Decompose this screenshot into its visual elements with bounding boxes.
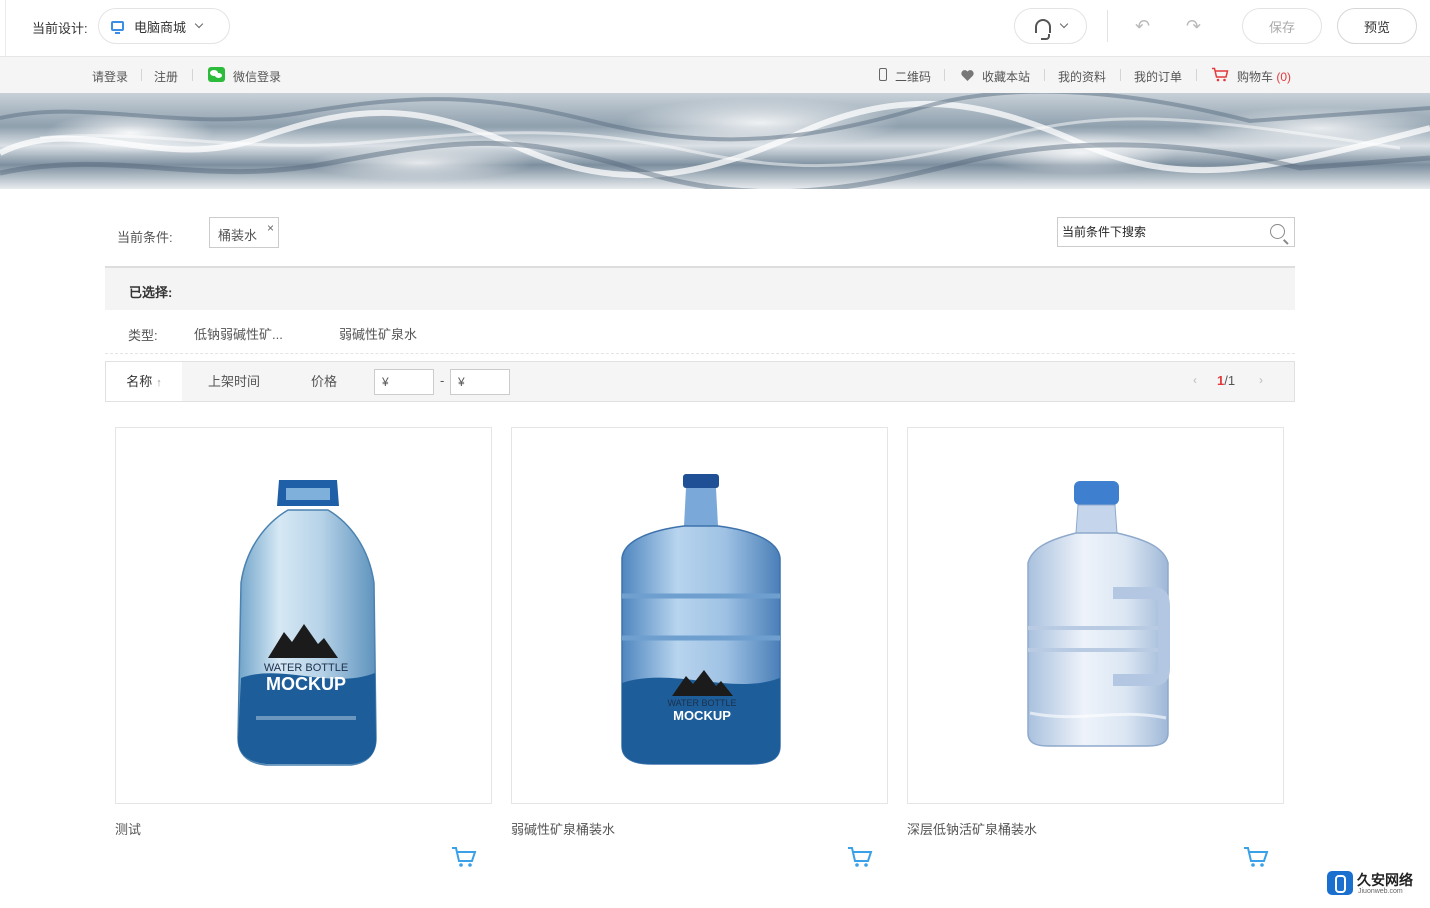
wechat-icon [208, 67, 225, 82]
water-bottle-image: WATER BOTTLE MOCKUP [237, 480, 377, 766]
water-bottle-image [1027, 481, 1170, 747]
add-to-cart-icon[interactable] [451, 846, 477, 868]
type-option[interactable]: 低钠弱碱性矿... [194, 324, 283, 343]
link-separator [944, 69, 945, 81]
product-card[interactable]: WATER BOTTLE MOCKUP 测试 [115, 427, 492, 867]
register-link[interactable]: 注册 [154, 68, 178, 85]
selected-filters-bar: 已选择: [105, 266, 1295, 310]
sort-bar: 名称 ↑ 上架时间 价格 ¥ - ¥ ‹ 1/1 › [105, 361, 1295, 402]
cart-icon [1212, 67, 1229, 82]
cart-link-label: 购物车 [1237, 70, 1274, 84]
customer-service-button[interactable] [1014, 8, 1087, 44]
type-option[interactable]: 弱碱性矿泉水 [339, 324, 417, 343]
add-to-cart-icon[interactable] [1243, 846, 1269, 868]
product-name[interactable]: 弱碱性矿泉桶装水 [511, 819, 615, 838]
chevron-down-icon [194, 19, 204, 29]
chevron-right-icon[interactable]: › [1259, 373, 1263, 387]
editor-toolbar: 当前设计: 电脑商城 ↶ ↷ 保存 预览 [0, 0, 1430, 57]
product-card[interactable]: WATER BOTTLE MOCKUP 弱碱性矿泉桶装水 [511, 427, 888, 867]
link-separator [141, 69, 142, 81]
product-image[interactable] [907, 427, 1284, 804]
condition-tag-text: 桶装水 [218, 228, 258, 243]
login-link[interactable]: 请登录 [92, 68, 128, 85]
bottle-label-line2: MOCKUP [266, 674, 346, 694]
type-label: 类型: [128, 328, 158, 343]
sort-price-label: 价格 [310, 374, 337, 389]
bottle-label-line2: MOCKUP [673, 708, 731, 723]
design-selector[interactable]: 电脑商城 [98, 8, 230, 44]
qrcode-link[interactable]: 二维码 [895, 68, 931, 85]
chevron-left-icon[interactable]: ‹ [1193, 373, 1197, 387]
toolbar-divider [1107, 10, 1108, 42]
selected-label: 已选择: [129, 285, 173, 300]
type-filter-row: 类型: 低钠弱碱性矿... 弱碱性矿泉水 [105, 310, 1295, 354]
bottle-label-line1: WATER BOTTLE [264, 662, 348, 674]
phone-icon [879, 68, 887, 81]
my-orders-link[interactable]: 我的订单 [1134, 68, 1182, 85]
current-condition-label: 当前条件: [117, 230, 173, 245]
page-indicator: 1/1 [1217, 373, 1235, 388]
sort-by-price[interactable]: 价格 [296, 362, 352, 401]
close-icon[interactable]: × [267, 221, 274, 235]
watermark-subtitle: Jiuonweb.com [1358, 888, 1403, 895]
site-watermark: 久安网络 Jiuonweb.com [1327, 869, 1427, 897]
link-separator [1120, 69, 1121, 81]
price-max-input[interactable]: ¥ [450, 369, 510, 395]
watermark-logo-icon [1327, 871, 1353, 895]
sort-name-label: 名称 [126, 374, 153, 389]
monitor-icon [111, 21, 124, 34]
add-to-cart-icon[interactable] [847, 846, 873, 868]
water-banner-image [0, 93, 1430, 189]
site-top-bar: 请登录 注册 微信登录 二维码 收藏本站 我的资料 我的订单 购物车 (0) [0, 57, 1430, 93]
search-icon[interactable] [1270, 224, 1285, 239]
price-range-dash: - [440, 373, 445, 388]
condition-tag[interactable]: 桶装水 × [209, 217, 279, 248]
product-image[interactable]: WATER BOTTLE MOCKUP [511, 427, 888, 804]
redo-icon[interactable]: ↷ [1186, 17, 1201, 35]
undo-icon[interactable]: ↶ [1135, 17, 1150, 35]
link-separator [1044, 69, 1045, 81]
heart-icon [961, 70, 974, 81]
water-splash-graphic [0, 93, 1430, 189]
my-profile-link[interactable]: 我的资料 [1058, 68, 1106, 85]
product-name[interactable]: 测试 [115, 819, 141, 838]
total-pages: /1 [1224, 373, 1236, 388]
headset-icon [1034, 19, 1051, 40]
toolbar-left-edge [0, 0, 6, 57]
cart-link[interactable]: 购物车 (0) [1237, 68, 1291, 85]
search-input[interactable] [1058, 218, 1258, 246]
link-separator [192, 69, 193, 81]
sort-by-listing-time[interactable]: 上架时间 [194, 362, 274, 401]
chevron-down-icon [1059, 19, 1068, 29]
arrow-up-icon: ↑ [156, 377, 162, 389]
watermark-title: 久安网络 [1357, 872, 1413, 888]
preview-button[interactable]: 预览 [1337, 8, 1417, 44]
sort-by-name[interactable]: 名称 ↑ [106, 362, 182, 401]
link-separator [1196, 69, 1197, 81]
water-bottle-image: WATER BOTTLE MOCKUP [621, 474, 781, 765]
design-selector-value: 电脑商城 [134, 19, 187, 35]
current-design-label: 当前设计: [32, 21, 88, 36]
save-button[interactable]: 保存 [1242, 8, 1322, 44]
sort-time-label: 上架时间 [207, 374, 260, 389]
price-min-input[interactable]: ¥ [374, 369, 434, 395]
cart-count: (0) [1276, 70, 1292, 84]
product-name[interactable]: 深层低钠活矿泉桶装水 [907, 819, 1037, 838]
wechat-login-link[interactable]: 微信登录 [233, 68, 281, 85]
product-card[interactable]: 深层低钠活矿泉桶装水 [907, 427, 1284, 867]
condition-search-box [1057, 217, 1295, 247]
favorite-site-link[interactable]: 收藏本站 [982, 68, 1030, 85]
product-image[interactable]: WATER BOTTLE MOCKUP [115, 427, 492, 804]
bottle-label-line1: WATER BOTTLE [667, 698, 736, 708]
